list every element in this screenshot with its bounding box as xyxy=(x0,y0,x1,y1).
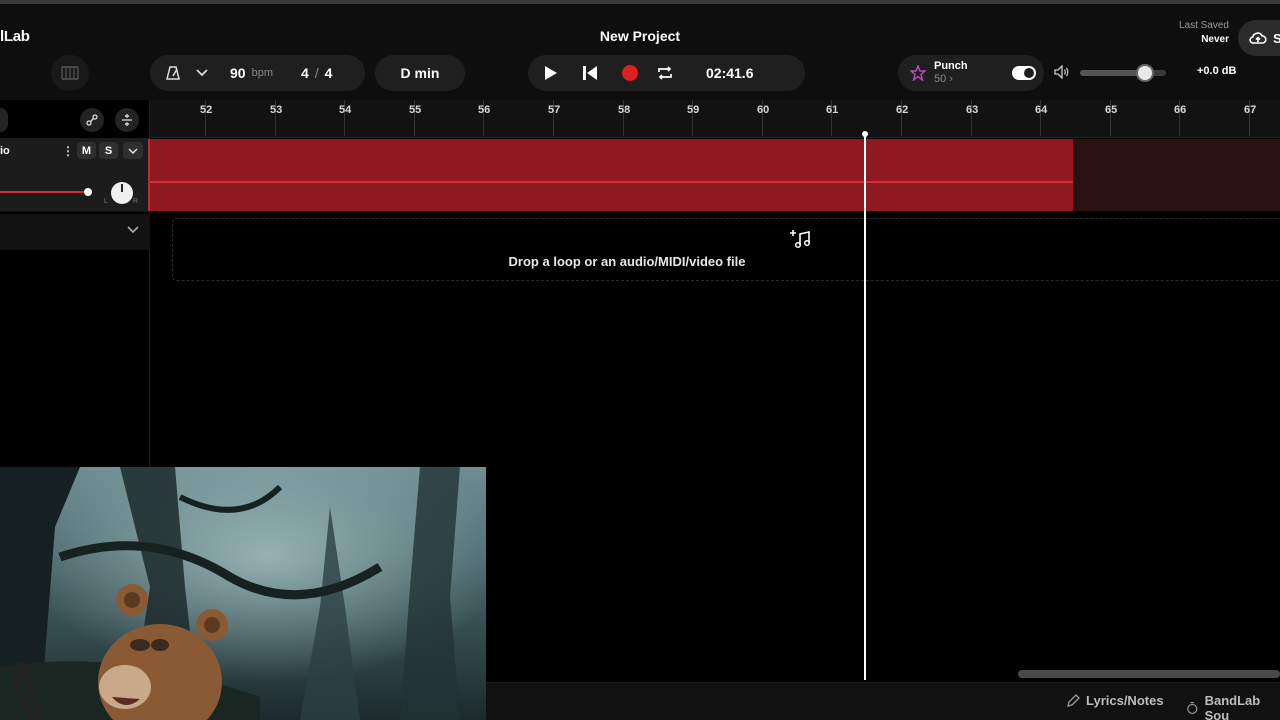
time-signature-denominator[interactable]: 4 xyxy=(325,65,333,81)
bandlab-sounds-label: BandLab Sou xyxy=(1204,693,1261,720)
speaker-icon[interactable] xyxy=(1054,65,1070,79)
forest-background-image xyxy=(0,467,486,720)
ruler-bar-label: 52 xyxy=(200,104,213,116)
track-volume-knob[interactable] xyxy=(84,188,92,196)
metronome-dropdown-chevron-down-icon[interactable] xyxy=(196,69,208,77)
punch-toggle[interactable] xyxy=(1011,66,1036,80)
key-selector[interactable]: D min xyxy=(375,55,465,91)
clip-region-extension xyxy=(1073,139,1280,211)
skip-to-start-icon[interactable] xyxy=(582,65,598,81)
record-icon[interactable] xyxy=(622,65,638,81)
punch-value[interactable]: 50 › xyxy=(934,73,968,86)
add-music-note-icon xyxy=(789,229,811,249)
ruler-bar-label: 57 xyxy=(548,104,561,116)
transport-controls: 02:41.6 xyxy=(528,55,805,91)
loop-icon[interactable] xyxy=(656,65,674,81)
tempo-unit: bpm xyxy=(251,67,273,79)
add-track-button[interactable] xyxy=(0,108,8,132)
webcam-overlay xyxy=(0,467,486,720)
ruler-bar-label: 65 xyxy=(1105,104,1118,116)
ruler-bar-label: 61 xyxy=(826,104,839,116)
playhead[interactable] xyxy=(864,133,866,680)
track-header[interactable]: io ⋮ M S L R xyxy=(0,138,150,212)
add-track-row[interactable] xyxy=(0,214,150,250)
ruler-bar-label: 55 xyxy=(409,104,422,116)
audio-clip[interactable] xyxy=(148,139,1073,211)
ruler-bar-label: 64 xyxy=(1035,104,1048,116)
ruler-bar-label: 66 xyxy=(1174,104,1187,116)
tempo-value[interactable]: 90 xyxy=(230,65,246,81)
fit-tracks-icon[interactable] xyxy=(115,108,139,132)
pan-knob[interactable] xyxy=(111,182,133,204)
ruler-bar-label: 58 xyxy=(618,104,631,116)
top-bar: lLab New Project Last Saved Never S 90 b… xyxy=(0,4,1280,100)
automation-icon[interactable] xyxy=(80,108,104,132)
mute-button[interactable]: M xyxy=(77,142,96,159)
play-icon[interactable] xyxy=(544,65,558,81)
pan-right-label: R xyxy=(133,198,139,205)
lyrics-notes-label: Lyrics/Notes xyxy=(1086,693,1164,708)
save-button-label: S xyxy=(1273,30,1280,46)
tempo-controls: 90 bpm 4 / 4 xyxy=(150,55,365,91)
track-options-icon[interactable]: ⋮ xyxy=(62,144,74,158)
cloud-upload-icon xyxy=(1249,32,1267,44)
ruler-bar-label: 53 xyxy=(270,104,283,116)
ruler-bar-label: 59 xyxy=(687,104,700,116)
ruler-bar-label: 54 xyxy=(339,104,352,116)
horizontal-scrollbar[interactable] xyxy=(1018,670,1280,678)
drop-zone-text: Drop a loop or an audio/MIDI/video file xyxy=(508,254,746,269)
bandlab-sounds-button[interactable]: BandLab Sou xyxy=(1186,693,1280,720)
time-display: 02:41.6 xyxy=(706,65,754,81)
last-saved-status: Last Saved Never xyxy=(1179,19,1229,47)
track-volume-slider[interactable] xyxy=(0,191,88,193)
ruler-bar-label: 62 xyxy=(896,104,909,116)
solo-button[interactable]: S xyxy=(99,142,118,159)
pen-icon xyxy=(1067,693,1080,707)
master-volume-knob[interactable] xyxy=(1135,64,1154,82)
bandlab-sounds-icon xyxy=(1187,702,1198,714)
piano-icon xyxy=(61,66,79,80)
pan-left-label: L xyxy=(104,198,108,205)
save-button[interactable]: S xyxy=(1238,20,1280,56)
time-signature-separator: / xyxy=(314,65,319,81)
timeline-ruler[interactable]: 52 53 54 55 56 57 58 59 60 61 62 63 64 65 66 67 xyxy=(150,100,1280,138)
punch-controls: Punch 50 › xyxy=(898,55,1044,91)
ruler-bar-label: 60 xyxy=(757,104,770,116)
punch-star-icon xyxy=(910,65,926,81)
last-saved-value: Never xyxy=(1201,34,1229,45)
time-signature-numerator[interactable]: 4 xyxy=(301,65,309,81)
master-volume-slider[interactable] xyxy=(1080,64,1166,82)
audio-waveform xyxy=(150,181,1073,183)
project-title[interactable]: New Project xyxy=(0,28,1280,44)
ruler-bar-label: 63 xyxy=(966,104,979,116)
lyrics-notes-button[interactable]: Lyrics/Notes xyxy=(1066,693,1164,708)
drop-zone[interactable] xyxy=(172,218,1280,281)
instrument-keyboard-button[interactable] xyxy=(51,55,89,91)
master-volume-db: +0.0 dB xyxy=(1197,65,1237,77)
add-track-chevron-down-icon[interactable] xyxy=(127,226,139,234)
punch-label: Punch xyxy=(934,60,968,72)
metronome-icon[interactable] xyxy=(165,65,181,81)
track-expand-chevron-down-icon[interactable] xyxy=(123,142,143,159)
ruler-bar-label: 56 xyxy=(478,104,491,116)
track-name[interactable]: io xyxy=(0,145,10,157)
last-saved-label: Last Saved xyxy=(1178,20,1229,31)
ruler-bar-label: 67 xyxy=(1244,104,1257,116)
playhead-handle[interactable] xyxy=(862,131,868,137)
